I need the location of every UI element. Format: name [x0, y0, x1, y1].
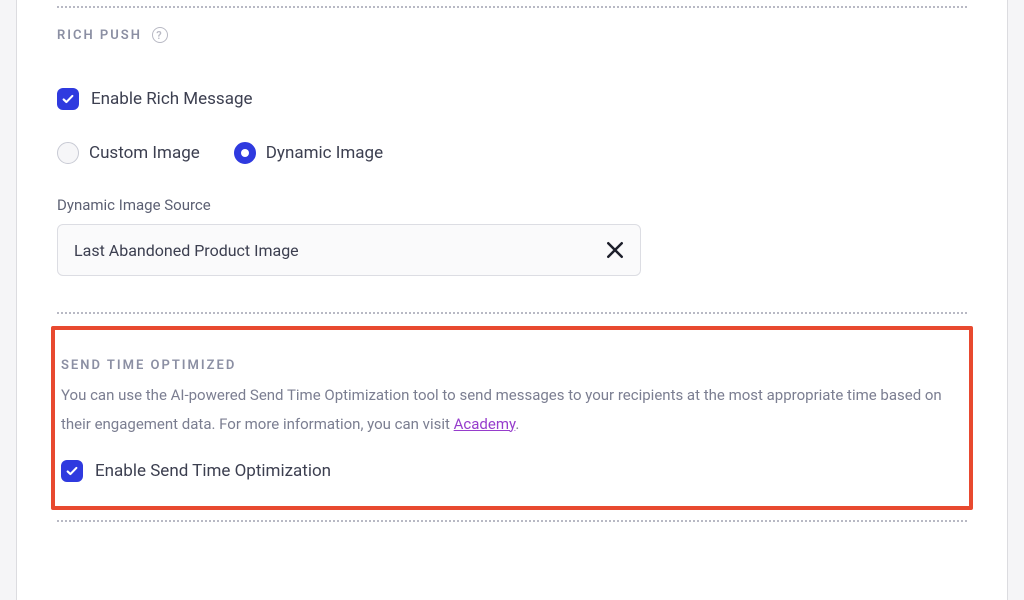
settings-card: RICH PUSH ? Enable Rich Message Custom I…	[16, 0, 1008, 600]
radio-icon	[57, 142, 79, 164]
checkmark-icon	[61, 460, 83, 482]
enable-sto-label: Enable Send Time Optimization	[95, 461, 331, 481]
dynamic-image-source-value: Last Abandoned Product Image	[74, 241, 299, 260]
sto-title: SEND TIME OPTIMIZED	[61, 358, 236, 373]
send-time-optimized-section: SEND TIME OPTIMIZED You can use the AI-p…	[51, 326, 973, 510]
sto-description: You can use the AI-powered Send Time Opt…	[61, 381, 963, 438]
image-type-radio-group: Custom Image Dynamic Image	[57, 142, 967, 164]
dynamic-image-label: Dynamic Image	[266, 143, 383, 163]
sto-desc-tail: .	[515, 415, 519, 433]
custom-image-label: Custom Image	[89, 143, 200, 163]
dynamic-image-source-input[interactable]: Last Abandoned Product Image	[57, 224, 641, 276]
dynamic-image-source-label: Dynamic Image Source	[57, 196, 967, 214]
custom-image-radio[interactable]: Custom Image	[57, 142, 200, 164]
dynamic-image-radio[interactable]: Dynamic Image	[234, 142, 383, 164]
rich-push-title-text: RICH PUSH	[57, 28, 142, 43]
enable-rich-message-checkbox[interactable]: Enable Rich Message	[57, 88, 967, 110]
academy-link[interactable]: Academy	[454, 415, 516, 433]
checkmark-icon	[57, 88, 79, 110]
enable-sto-checkbox[interactable]: Enable Send Time Optimization	[61, 460, 963, 482]
rich-push-title: RICH PUSH ?	[57, 27, 168, 43]
enable-rich-message-label: Enable Rich Message	[91, 89, 253, 109]
radio-selected-icon	[234, 142, 256, 164]
clear-icon[interactable]	[606, 241, 624, 259]
help-icon[interactable]: ?	[152, 27, 168, 43]
section-divider	[57, 520, 967, 522]
